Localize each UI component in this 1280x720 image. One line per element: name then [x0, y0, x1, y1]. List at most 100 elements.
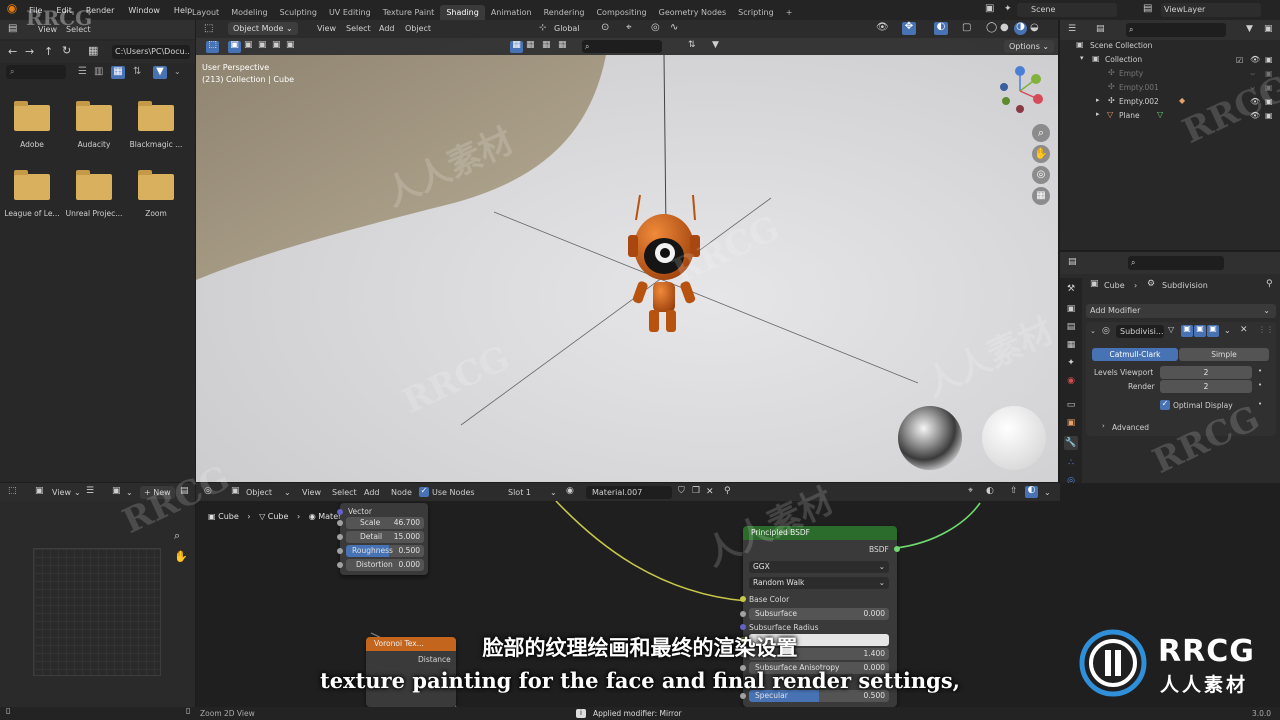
- ne-menu-select[interactable]: Select: [332, 488, 357, 497]
- folder-item[interactable]: Unreal Projec...: [64, 170, 124, 218]
- forward-arrow-icon[interactable]: →: [25, 46, 34, 57]
- new-image-button[interactable]: + New: [140, 486, 175, 499]
- screen-icon[interactable]: ▣: [985, 4, 994, 14]
- shading-solid-icon[interactable]: ●: [1000, 23, 1009, 33]
- eye-hidden-icon[interactable]: ⌣: [1250, 67, 1255, 81]
- eye-icon[interactable]: 👁: [1250, 109, 1260, 123]
- add-modifier-button[interactable]: Add Modifier ⌄: [1086, 304, 1276, 318]
- new-folder-icon[interactable]: ▦: [88, 45, 98, 56]
- editor-type-icon[interactable]: ☰: [1068, 25, 1076, 34]
- editor-type-icon[interactable]: ◎: [204, 487, 212, 496]
- collection-tab-icon[interactable]: ▭: [1064, 398, 1078, 412]
- slot-selector[interactable]: Slot 1: [508, 488, 531, 497]
- keyframe-dot-icon[interactable]: •: [1258, 400, 1262, 408]
- pan-hand-icon[interactable]: ✋: [1032, 145, 1050, 163]
- pin-icon[interactable]: ⚲: [1266, 280, 1273, 289]
- image-browse-icon[interactable]: ▣: [112, 487, 121, 496]
- socket-dot[interactable]: [740, 693, 746, 699]
- camera-render-icon[interactable]: ▣: [1265, 81, 1273, 95]
- tab-shading[interactable]: Shading: [440, 5, 485, 20]
- select-extend-icon[interactable]: ▣: [244, 41, 253, 50]
- vp-search-input[interactable]: ⌕: [582, 40, 662, 53]
- editor-type-icon[interactable]: ⬚: [204, 24, 213, 34]
- view-layer-tab-icon[interactable]: ▦: [1064, 338, 1078, 352]
- snap-icon[interactable]: ⌖: [626, 23, 632, 33]
- select-tool-icon[interactable]: ⬚: [206, 41, 219, 53]
- display-horizontal-icon[interactable]: ▥: [94, 67, 103, 77]
- close-icon[interactable]: ✕: [706, 487, 714, 497]
- falloff-icon[interactable]: ∿: [670, 23, 678, 33]
- material-browse-icon[interactable]: ◉: [566, 487, 574, 496]
- back-arrow-icon[interactable]: ←: [8, 46, 17, 57]
- fake-user-shield-icon[interactable]: ⛉: [678, 487, 685, 496]
- object-type-3-icon[interactable]: ▦: [542, 41, 551, 50]
- select-invert-icon[interactable]: ▣: [272, 41, 281, 50]
- use-nodes-checkbox[interactable]: ✓: [419, 487, 429, 497]
- tab-texture-paint[interactable]: Texture Paint: [377, 5, 441, 20]
- material-name-field[interactable]: Material.007: [586, 486, 672, 499]
- scene-selector[interactable]: Scene: [1017, 3, 1117, 17]
- object-type-2-icon[interactable]: ▦: [526, 41, 535, 50]
- edit-cage-icon[interactable]: ▽: [1168, 326, 1174, 334]
- keyframe-dot-icon[interactable]: •: [1258, 381, 1262, 389]
- ie-menu-view[interactable]: View: [52, 488, 71, 497]
- shading-rendered-icon[interactable]: ◒: [1030, 23, 1039, 33]
- roughness-field[interactable]: Roughness 0.500: [346, 545, 424, 557]
- chevron-down-icon[interactable]: ▾: [1080, 55, 1084, 62]
- outliner-row-empty-001[interactable]: ✣ Empty.001 ⌣ ▣: [1060, 81, 1280, 95]
- xray-icon[interactable]: ▢: [962, 23, 971, 33]
- zoom-icon[interactable]: ⌕: [174, 530, 180, 541]
- vp-menu-view[interactable]: View: [317, 24, 336, 33]
- view-mode-icon[interactable]: ▣: [35, 487, 44, 496]
- socket-dot[interactable]: [740, 624, 746, 630]
- outliner-search-input[interactable]: ⌕: [1126, 23, 1226, 37]
- view-layer-selector[interactable]: ViewLayer: [1161, 3, 1261, 17]
- new-collection-icon[interactable]: ▣: [1264, 25, 1273, 34]
- parent-dir-icon[interactable]: ↑: [44, 46, 53, 57]
- path-field[interactable]: C:\Users\PC\Docu...: [112, 45, 190, 59]
- pin-icon[interactable]: ⚲: [724, 487, 731, 496]
- navigation-gizmo[interactable]: [996, 65, 1052, 115]
- outliner-row-empty[interactable]: ✣ Empty ⌣ ▣: [1060, 67, 1280, 81]
- outliner-row-scene-collection[interactable]: ▣ Scene Collection: [1060, 39, 1280, 53]
- world-tab-icon[interactable]: ◉: [1064, 374, 1078, 388]
- fb-menu-view[interactable]: View: [38, 25, 57, 34]
- tab-scripting[interactable]: Scripting: [732, 5, 780, 20]
- editor-type-icon[interactable]: ▤: [8, 24, 17, 34]
- fb-search-input[interactable]: ⌕: [6, 65, 66, 79]
- transform-orientation[interactable]: Global: [554, 24, 580, 33]
- folder-item[interactable]: Audacity: [64, 101, 124, 149]
- add-workspace-icon[interactable]: +: [780, 5, 799, 20]
- viewport-display-icon[interactable]: ▣: [1194, 325, 1206, 337]
- folder-item[interactable]: Adobe: [2, 101, 62, 149]
- levels-viewport-field[interactable]: 2: [1160, 366, 1252, 379]
- socket-dot[interactable]: [894, 546, 900, 552]
- socket-dot[interactable]: [337, 534, 343, 540]
- object-type-visibility-icon[interactable]: ▦: [510, 41, 523, 53]
- ne-menu-node[interactable]: Node: [391, 488, 412, 497]
- shading-wire-icon[interactable]: ◯: [986, 23, 997, 33]
- tab-layout[interactable]: Layout: [186, 5, 225, 20]
- camera-render-icon[interactable]: ▣: [1265, 67, 1273, 81]
- vp-menu-select[interactable]: Select: [346, 24, 371, 33]
- socket-dot[interactable]: [337, 520, 343, 526]
- modifier-name-field[interactable]: Subdivisi...: [1116, 325, 1164, 338]
- pan-hand-icon[interactable]: ✋: [174, 551, 188, 562]
- render-levels-field[interactable]: 2: [1160, 380, 1252, 393]
- editor-type-icon[interactable]: ▤: [1068, 258, 1077, 267]
- outliner-row-plane[interactable]: ▸ ▽ Plane ▽ 👁 ▣: [1060, 109, 1280, 123]
- select-new-icon[interactable]: ▣: [228, 41, 241, 53]
- chevron-down-icon[interactable]: ⌄: [1224, 326, 1231, 335]
- eye-icon[interactable]: 👁: [1250, 53, 1260, 67]
- tab-uv-editing[interactable]: UV Editing: [323, 5, 377, 20]
- proportional-edit-icon[interactable]: ◎: [651, 23, 660, 33]
- detail-field[interactable]: Detail 15.000: [346, 531, 424, 543]
- subsurface-method-dropdown[interactable]: Random Walk ⌄: [749, 577, 889, 589]
- filter-icon[interactable]: ▼: [1246, 25, 1253, 34]
- tool-tab-icon[interactable]: ⚒: [1064, 282, 1078, 296]
- ne-menu-view[interactable]: View: [302, 488, 321, 497]
- chevron-right-icon[interactable]: ›: [1102, 422, 1105, 430]
- particles-tab-icon[interactable]: ∴: [1064, 456, 1078, 470]
- checkbox-icon[interactable]: ☑: [1236, 54, 1243, 68]
- drag-handle-icon[interactable]: ⋮⋮: [1258, 325, 1274, 334]
